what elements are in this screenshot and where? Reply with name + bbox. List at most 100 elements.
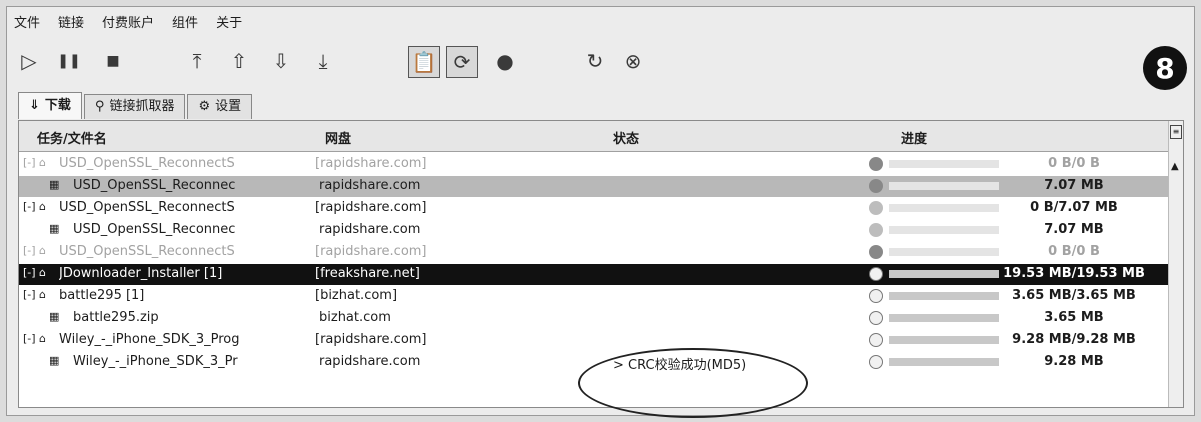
premium-icon[interactable]: ●	[490, 46, 520, 76]
tab-linkgrabber-label: 链接抓取器	[109, 99, 175, 114]
progress-bar-fill	[889, 292, 999, 300]
status-indicator-icon	[869, 201, 883, 215]
progress-bar	[889, 314, 999, 322]
row-progress-text: 0 B/7.07 MB	[1030, 200, 1118, 215]
row-name: USD_OpenSSL_Reconnec	[73, 178, 236, 193]
menu-about[interactable]: 关于	[216, 12, 242, 36]
progress-bar-fill	[889, 314, 999, 322]
column-header-name[interactable]: 任务/文件名	[37, 128, 107, 147]
progress-bar	[889, 204, 999, 212]
file-icon: ▦	[49, 178, 60, 191]
file-row[interactable]: ▦ USD_OpenSSL_Reconnec rapidshare.com 7.07 …	[19, 176, 1169, 197]
package-row[interactable]: [-] ⌂ JDownloader_Installer [1] [freakshar…	[19, 264, 1169, 285]
row-progress-text: 3.65 MB	[1044, 310, 1104, 325]
package-expand-icon[interactable]: [-] ⌂	[23, 288, 46, 301]
row-host: bizhat.com	[319, 310, 391, 325]
menu-bar: 文件 链接 付费账户 组件 关于	[14, 12, 242, 36]
row-progress-text: 9.28 MB	[1044, 354, 1104, 369]
reconnect-icon[interactable]: ⊗	[618, 46, 648, 76]
table-header: 任务/文件名 网盘 状态 进度	[19, 121, 1169, 152]
progress-bar	[889, 248, 999, 256]
status-indicator-icon	[869, 333, 883, 347]
package-row[interactable]: [-] ⌂ battle295 [1] [bizhat.com] 3.65 MB/3.…	[19, 286, 1169, 307]
row-host: [rapidshare.com]	[315, 332, 427, 347]
move-bottom-icon[interactable]: ⤓	[308, 46, 338, 76]
tab-bar: ⇓ 下载 ⚲ 链接抓取器 ⚙ 设置	[18, 92, 254, 119]
row-name: USD_OpenSSL_ReconnectS	[59, 200, 235, 215]
play-icon[interactable]: ▷	[14, 46, 44, 76]
row-host: rapidshare.com	[319, 222, 421, 237]
column-header-status[interactable]: 状态	[613, 128, 639, 147]
column-header-progress[interactable]: 进度	[901, 128, 927, 147]
row-host: rapidshare.com	[319, 178, 421, 193]
row-name: Wiley_-_iPhone_SDK_3_Pr	[73, 354, 238, 369]
tab-downloads-label: 下载	[44, 98, 71, 113]
row-host: [rapidshare.com]	[315, 244, 427, 259]
status-indicator-icon	[869, 157, 883, 171]
status-indicator-icon	[869, 267, 883, 281]
column-header-host[interactable]: 网盘	[325, 128, 351, 147]
progress-bar	[889, 226, 999, 234]
row-progress-text: 3.65 MB/3.65 MB	[1012, 288, 1136, 303]
package-row[interactable]: [-] ⌂ USD_OpenSSL_ReconnectS [rapidshare.c…	[19, 242, 1169, 263]
tab-settings-label: 设置	[215, 99, 242, 114]
step-number-badge: 8	[1143, 46, 1187, 90]
progress-bar-fill	[889, 270, 999, 278]
row-progress-text: 19.53 MB/19.53 MB	[1003, 266, 1145, 281]
package-expand-icon[interactable]: [-] ⌂	[23, 200, 46, 213]
stop-icon[interactable]: ■	[98, 46, 128, 76]
file-row[interactable]: ▦ battle295.zip bizhat.com 3.65 MB	[19, 308, 1169, 329]
menu-premium[interactable]: 付费账户	[102, 12, 154, 36]
status-indicator-icon	[869, 179, 883, 193]
package-row[interactable]: [-] ⌂ USD_OpenSSL_ReconnectS [rapidshare.c…	[19, 198, 1169, 219]
vertical-scrollbar[interactable]: ≡ ▲	[1168, 121, 1183, 407]
status-indicator-icon	[869, 311, 883, 325]
progress-bar	[889, 182, 999, 190]
file-row[interactable]: ▦ USD_OpenSSL_Reconnec rapidshare.com 7.07 …	[19, 220, 1169, 241]
status-indicator-icon	[869, 355, 883, 369]
row-status: > CRC校验成功(MD5)	[613, 358, 747, 373]
progress-bar-fill	[889, 358, 999, 366]
row-name: USD_OpenSSL_ReconnectS	[59, 156, 235, 171]
row-host: [bizhat.com]	[315, 288, 398, 303]
row-host: [rapidshare.com]	[315, 200, 427, 215]
row-name: JDownloader_Installer [1]	[59, 266, 223, 281]
pause-icon[interactable]: ❚❚	[54, 46, 84, 76]
clipboard-monitor-icon[interactable]: 📋	[408, 46, 440, 78]
progress-bar	[889, 358, 999, 366]
tab-settings[interactable]: ⚙ 设置	[187, 94, 253, 119]
reconnect-toggle-icon[interactable]: ⟳	[446, 46, 478, 78]
row-progress-text: 0 B/0 B	[1048, 156, 1100, 171]
file-icon: ▦	[49, 354, 60, 367]
row-name: USD_OpenSSL_Reconnec	[73, 222, 236, 237]
package-row[interactable]: [-] ⌂ Wiley_-_iPhone_SDK_3_Prog [rapidshar…	[19, 330, 1169, 351]
menu-links[interactable]: 链接	[58, 12, 84, 36]
package-expand-icon[interactable]: [-] ⌂	[23, 332, 46, 345]
status-indicator-icon	[869, 245, 883, 259]
progress-bar	[889, 160, 999, 168]
package-expand-icon[interactable]: [-] ⌂	[23, 156, 46, 169]
row-host: [freakshare.net]	[315, 266, 420, 281]
scroll-up-icon[interactable]: ▲	[1171, 161, 1179, 172]
update-icon[interactable]: ↻	[580, 46, 610, 76]
menu-addons[interactable]: 组件	[172, 12, 198, 36]
package-expand-icon[interactable]: [-] ⌂	[23, 244, 46, 257]
move-top-icon[interactable]: ⤒	[182, 46, 212, 76]
row-name: battle295.zip	[73, 310, 159, 325]
progress-bar	[889, 336, 999, 344]
file-row[interactable]: ▦ Wiley_-_iPhone_SDK_3_Pr rapidshare.com > …	[19, 352, 1169, 373]
move-up-icon[interactable]: ⇧	[224, 46, 254, 76]
file-icon: ▦	[49, 222, 60, 235]
linkgrabber-icon: ⚲	[94, 99, 105, 114]
row-name: USD_OpenSSL_ReconnectS	[59, 244, 235, 259]
tab-linkgrabber[interactable]: ⚲ 链接抓取器	[83, 94, 186, 119]
download-list-panel: 任务/文件名 网盘 状态 进度 [-] ⌂ USD_OpenSSL_Reconne…	[18, 120, 1184, 408]
package-row[interactable]: [-] ⌂ USD_OpenSSL_ReconnectS [rapidshare.c…	[19, 154, 1169, 175]
move-down-icon[interactable]: ⇩	[266, 46, 296, 76]
tab-downloads[interactable]: ⇓ 下载	[18, 92, 82, 119]
row-progress-text: 7.07 MB	[1044, 178, 1104, 193]
column-chooser-icon[interactable]: ≡	[1170, 125, 1182, 139]
menu-file[interactable]: 文件	[14, 12, 40, 36]
package-expand-icon[interactable]: [-] ⌂	[23, 266, 46, 279]
progress-bar	[889, 270, 999, 278]
